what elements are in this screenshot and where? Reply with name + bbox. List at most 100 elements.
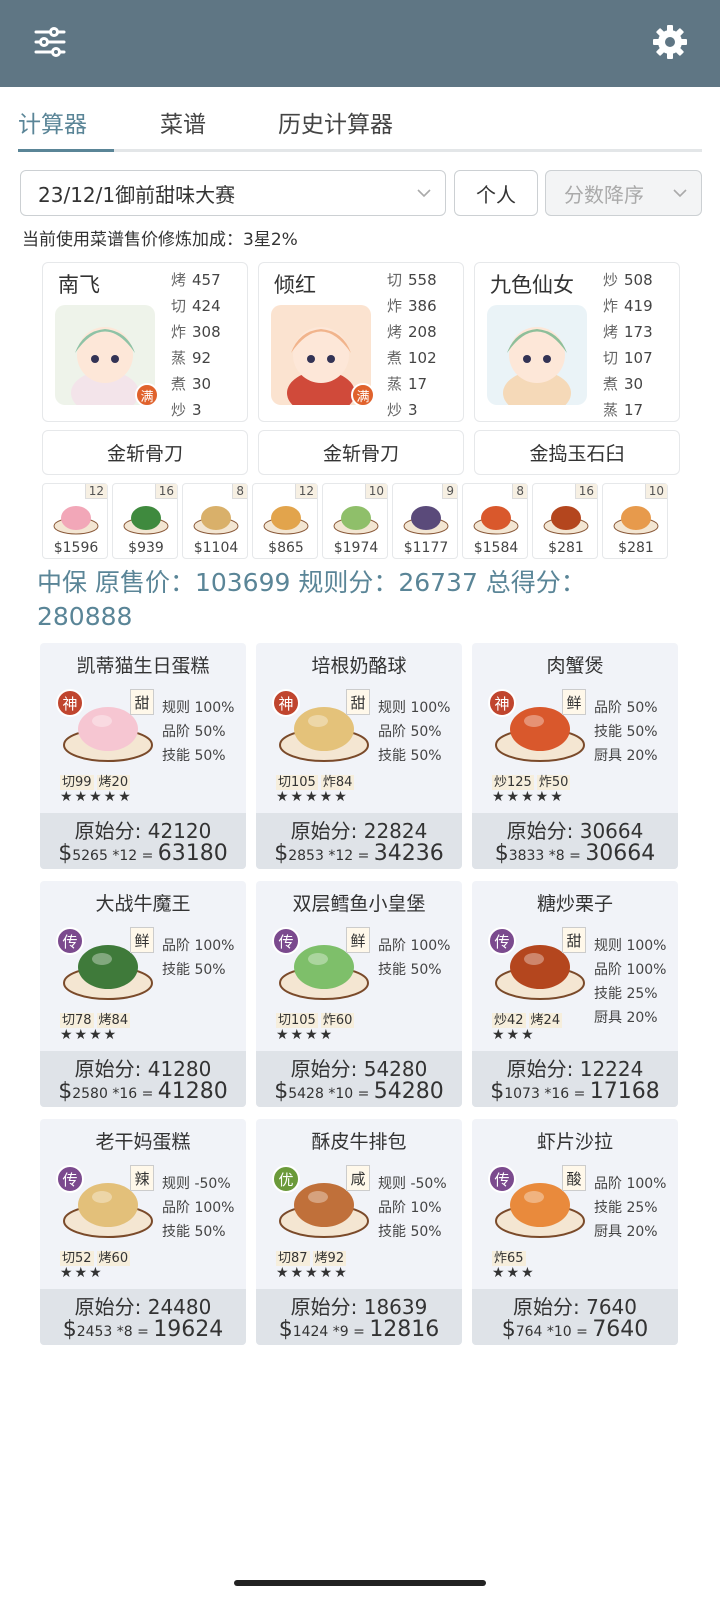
ingredient-item[interactable]: 10 $281 <box>602 483 668 559</box>
equals-sign: = <box>137 1324 154 1340</box>
ingredient-item[interactable]: 10 $1974 <box>322 483 388 559</box>
dish-icon <box>402 496 450 536</box>
chef-card[interactable]: 南飞满 烤 457 切 424 炸 308 蒸 92 煮 30 炒 3 <box>42 262 248 422</box>
ingredient-item[interactable]: 16 $939 <box>112 483 178 559</box>
bonus-item: 技能 50% <box>378 962 442 978</box>
chef-tool[interactable]: 金斩骨刀 <box>258 430 464 475</box>
ingredient-item[interactable]: 8 $1104 <box>182 483 248 559</box>
total-score: 7640 <box>592 1317 649 1342</box>
chef-name: 九色仙女 <box>490 273 574 297</box>
star-rating: ★★★ <box>492 1027 536 1043</box>
recipe-card[interactable]: 酥皮牛排包优 咸规则 -50% 品阶 10% 技能 50% 切87 烤92 ★★★★★ 原始分… <box>256 1119 462 1345</box>
bonus-item: 技能 50% <box>162 1224 226 1240</box>
bonus-item: 技能 50% <box>594 724 658 740</box>
price-calc: $1073 *16 = 17168 <box>472 1079 678 1104</box>
price-calc: $2853 *12 = 34236 <box>256 841 462 866</box>
raw-score: 原始分: 54280 <box>290 1057 428 1081</box>
contest-select[interactable]: 23/12/1御前甜味大赛 <box>20 170 446 216</box>
requirement-tag: 烤92 <box>312 1251 347 1266</box>
score-footer: 原始分: 54280 $5428 *10 = 54280 <box>256 1051 462 1107</box>
ingredient-item[interactable]: 16 $281 <box>532 483 598 559</box>
price-calc: $5265 *12 = 63180 <box>40 841 246 866</box>
tab-recipes[interactable]: 菜谱 <box>160 105 206 139</box>
bonus-item: 品阶 100% <box>162 938 235 954</box>
total-score: 12816 <box>369 1317 440 1342</box>
score-footer: 原始分: 42120 $5265 *12 = 63180 <box>40 813 246 869</box>
star-rating: ★★★ <box>492 1265 536 1281</box>
skill-name: 煮 <box>603 375 619 393</box>
ingredient-price: $281 <box>548 540 584 556</box>
skill-value: 92 <box>192 349 212 367</box>
price-calc: $2580 *16 = 41280 <box>40 1079 246 1104</box>
skill-value: 30 <box>192 375 212 393</box>
star-rating: ★★★★★ <box>60 789 133 805</box>
bonus-list: 规则 100% 品阶 100% 技能 25% 厨具 20% <box>594 934 666 1030</box>
bonus-item: 品阶 50% <box>378 724 442 740</box>
dish-icon <box>472 496 520 536</box>
bonus-item: 厨具 20% <box>594 1224 658 1240</box>
bonus-item: 规则 100% <box>594 938 667 954</box>
skill-value: 208 <box>408 323 437 341</box>
bonus-list: 规则 100% 品阶 50% 技能 50% <box>162 696 234 768</box>
recipe-card[interactable]: 糖炒栗子传 甜规则 100% 品阶 100% 技能 25% 厨具 20% 炒42 烤24 ★★… <box>472 881 678 1107</box>
tab-history[interactable]: 历史计算器 <box>278 105 393 139</box>
recipe-card[interactable]: 老干妈蛋糕传 辣规则 -50% 品阶 100% 技能 50% 切52 烤60 ★★★ 原始分:… <box>40 1119 246 1345</box>
gear-icon[interactable] <box>650 22 690 62</box>
recipe-card[interactable]: 虾片沙拉传 酸品阶 100% 技能 25% 厨具 20% 炸65 ★★★ 原始分: 7640… <box>472 1119 678 1345</box>
total-score: 17168 <box>589 1079 660 1104</box>
skill-name: 烤 <box>603 323 619 341</box>
bonus-list: 品阶 100% 技能 50% <box>378 934 450 982</box>
sliders-icon[interactable] <box>30 22 70 62</box>
price-calc: $1424 *9 = 12816 <box>256 1317 462 1342</box>
requirement-tag: 炒42 <box>492 1013 526 1028</box>
chef-tool[interactable]: 金斩骨刀 <box>42 430 248 475</box>
flavor-tag: 鲜 <box>346 927 370 953</box>
mode-button[interactable]: 个人 <box>454 170 538 216</box>
tab-calculator[interactable]: 计算器 <box>18 105 87 139</box>
total-score: 19624 <box>153 1317 224 1342</box>
skill-value: 102 <box>408 349 437 367</box>
star-rating: ★★★★★ <box>276 1265 349 1281</box>
ingredient-price: $1974 <box>333 540 379 556</box>
ingredient-item[interactable]: 8 $1584 <box>462 483 528 559</box>
ingredient-price: $1177 <box>403 540 449 556</box>
star-rating: ★★★★ <box>60 1027 119 1043</box>
chef-card[interactable]: 九色仙女 炒 508 炸 419 烤 173 切 107 煮 30 蒸 17 <box>474 262 680 422</box>
score-footer: 原始分: 30664 $3833 *8 = 30664 <box>472 813 678 869</box>
recipe-name: 酥皮牛排包 <box>311 1131 407 1153</box>
chef-skill-row: 煮 30 <box>603 371 653 397</box>
ingredient-price: $1584 <box>473 540 519 556</box>
requirement-tag: 烤20 <box>96 775 131 790</box>
ingredient-price: $1104 <box>193 540 239 556</box>
skill-value: 107 <box>624 349 653 367</box>
star-rating: ★★★★★ <box>276 789 349 805</box>
bonus-item: 品阶 100% <box>378 938 451 954</box>
home-indicator <box>234 1580 486 1586</box>
ingredient-item[interactable]: 9 $1177 <box>392 483 458 559</box>
ingredient-item[interactable]: 12 $1596 <box>42 483 108 559</box>
dollar-icon: $ <box>62 1317 77 1342</box>
price-calc: $5428 *10 = 54280 <box>256 1079 462 1104</box>
recipe-card[interactable]: 大战牛魔王传 鲜品阶 100% 技能 50% 切78 烤84 ★★★★ 原始分: 41280… <box>40 881 246 1107</box>
dish-icon <box>52 496 100 536</box>
chef-avatar <box>487 305 587 405</box>
recipe-card[interactable]: 培根奶酪球神 甜规则 100% 品阶 50% 技能 50% 切105 炸84 ★★★★★ 原始… <box>256 643 462 869</box>
chef-skill-row: 炒3 <box>387 397 437 423</box>
equals-sign: = <box>573 1086 590 1102</box>
chef-card[interactable]: 倾红满 切 558 炸 386 烤 208 煮 102 蒸 17 炒 3 <box>258 262 464 422</box>
recipe-card[interactable]: 凯蒂猫生日蛋糕神 甜规则 100% 品阶 50% 技能 50% 切99 烤20 ★★★★★ 原… <box>40 643 246 869</box>
flavor-tag: 咸 <box>346 1165 370 1191</box>
recipe-card[interactable]: 双层鳕鱼小皇堡传 鲜品阶 100% 技能 50% 切105 炸60 ★★★★ 原始分: 54… <box>256 881 462 1107</box>
equals-sign: = <box>357 848 374 864</box>
chef-tool[interactable]: 金捣玉石臼 <box>474 430 680 475</box>
ingredient-item[interactable]: 12 $865 <box>252 483 318 559</box>
bonus-list: 品阶 100% 技能 25% 厨具 20% <box>594 1172 666 1244</box>
chevron-down-icon <box>417 189 431 198</box>
sort-select[interactable]: 分数降序 <box>545 170 702 216</box>
recipe-card[interactable]: 肉蟹煲神 鲜品阶 50% 技能 50% 厨具 20% 炒125 炸50 ★★★★★ 原始分: … <box>472 643 678 869</box>
bonus-list: 规则 -50% 品阶 10% 技能 50% <box>378 1172 447 1244</box>
equals-sign: = <box>576 1324 593 1340</box>
skill-name: 炒 <box>171 401 187 419</box>
full-badge: 满 <box>135 383 159 407</box>
bonus-note: 当前使用菜谱售价修炼加成：3星2% <box>22 230 298 250</box>
